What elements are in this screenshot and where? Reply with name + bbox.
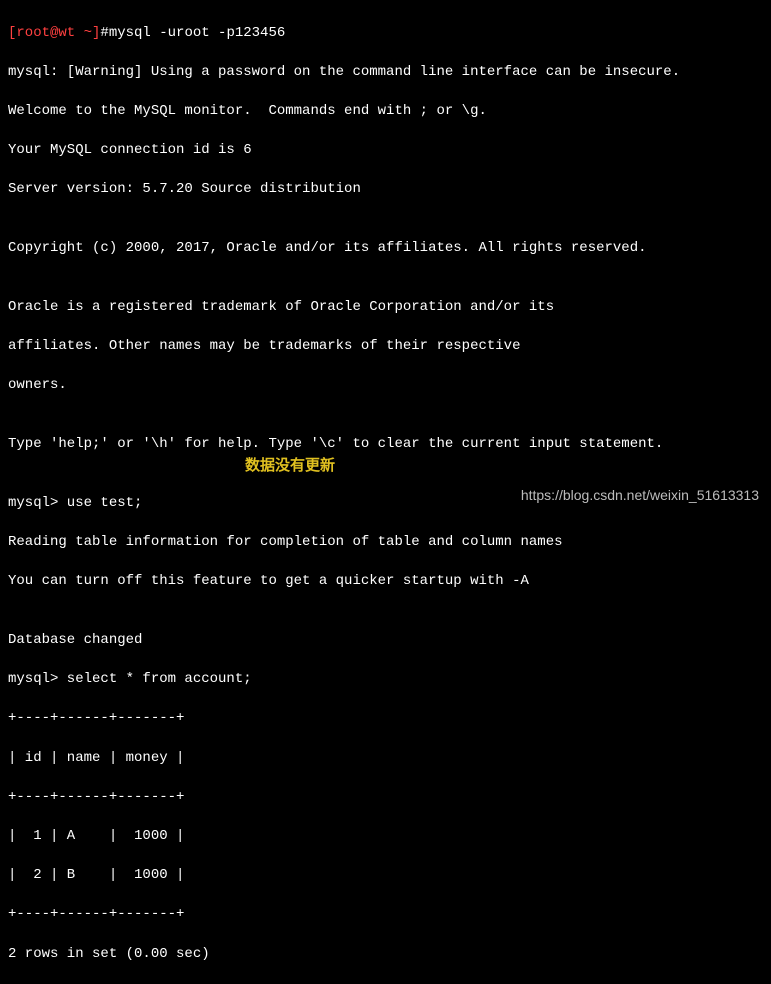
version-line: Server version: 5.7.20 Source distributi… xyxy=(8,180,763,200)
warning-line: mysql: [Warning] Using a password on the… xyxy=(8,63,763,83)
trademark-line: Oracle is a registered trademark of Orac… xyxy=(8,298,763,318)
table-row: | 1 | A | 1000 | xyxy=(8,827,763,847)
prompt-command: mysql -uroot -p123456 xyxy=(109,25,285,41)
prompt-user-host: [root@wt ~] xyxy=(8,25,100,41)
conn-id-line: Your MySQL connection id is 6 xyxy=(8,141,763,161)
turnoff-line: You can turn off this feature to get a q… xyxy=(8,572,763,592)
reading-line: Reading table information for completion… xyxy=(8,533,763,553)
prompt-hash: # xyxy=(100,25,108,41)
select-command-line: mysql> select * from account; xyxy=(8,670,763,690)
trademark-line: owners. xyxy=(8,376,763,396)
table-row: | 2 | B | 1000 | xyxy=(8,866,763,886)
db-changed-line: Database changed xyxy=(8,631,763,651)
trademark-line: affiliates. Other names may be trademark… xyxy=(8,337,763,357)
prompt-line: [root@wt ~]#mysql -uroot -p123456 xyxy=(8,24,763,44)
rows-summary-line: 2 rows in set (0.00 sec) xyxy=(8,945,763,965)
watermark-text: https://blog.csdn.net/weixin_51613313 xyxy=(521,486,759,506)
welcome-line: Welcome to the MySQL monitor. Commands e… xyxy=(8,102,763,122)
help-line: Type 'help;' or '\h' for help. Type '\c'… xyxy=(8,435,763,455)
copyright-line: Copyright (c) 2000, 2017, Oracle and/or … xyxy=(8,239,763,259)
table-header: | id | name | money | xyxy=(8,749,763,769)
table-border: +----+------+-------+ xyxy=(8,709,763,729)
annotation-text: 数据没有更新 xyxy=(245,455,335,476)
table-border: +----+------+-------+ xyxy=(8,788,763,808)
table-border: +----+------+-------+ xyxy=(8,905,763,925)
